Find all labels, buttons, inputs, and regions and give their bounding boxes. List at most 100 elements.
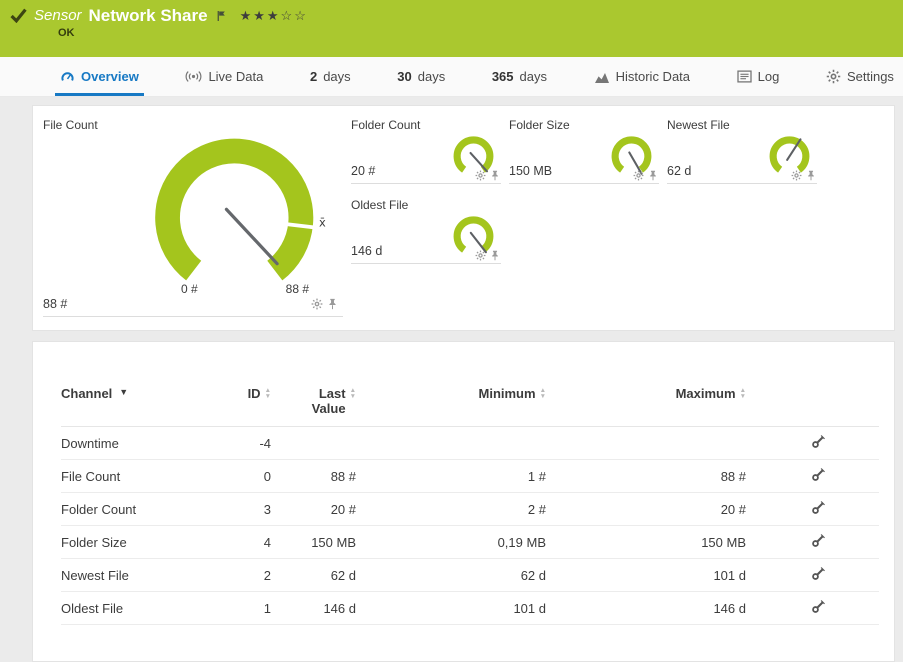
column-header-maximum[interactable]: Maximum ▲▼ <box>546 386 746 401</box>
star-empty-icon[interactable]: ☆ <box>294 8 308 24</box>
gauge-pin-icon[interactable] <box>491 250 499 261</box>
star-filled-icon[interactable]: ★ <box>253 8 267 24</box>
column-header-id[interactable]: ID ▲▼ <box>211 386 271 401</box>
gauge-tile-newest-file[interactable]: Newest File 62 d <box>667 118 817 184</box>
channel-edit-icon[interactable] <box>811 533 826 548</box>
log-icon <box>737 70 752 83</box>
channel-name[interactable]: Newest File <box>61 568 211 583</box>
channel-minimum: 1 # <box>356 469 546 484</box>
gauge-value: 146 d <box>351 244 382 263</box>
channel-name[interactable]: Folder Size <box>61 535 211 550</box>
tab-label: days <box>323 69 350 84</box>
gauge-pin-icon[interactable] <box>807 170 815 181</box>
tab-number: 2 <box>310 69 317 84</box>
tab-live-data[interactable]: Live Data <box>180 57 268 96</box>
column-header-last-value[interactable]: Last Value ▲▼ <box>271 386 356 416</box>
gauge-scale: 0 # 88 # <box>181 282 309 296</box>
tab-label: Live Data <box>208 69 263 84</box>
gauge-settings-icon[interactable] <box>475 170 486 181</box>
column-header-channel[interactable]: Channel ▼ <box>61 386 211 401</box>
gauge-tile-folder-count[interactable]: Folder Count 20 # <box>351 118 501 184</box>
channel-id: 3 <box>211 502 271 517</box>
star-empty-icon[interactable]: ☆ <box>281 8 295 24</box>
flag-icon[interactable] <box>217 10 227 22</box>
star-filled-icon[interactable]: ★ <box>240 8 254 24</box>
tab-settings[interactable]: Settings <box>821 57 899 96</box>
tab-label: Settings <box>847 69 894 84</box>
channel-name[interactable]: File Count <box>61 469 211 484</box>
historic-data-icon <box>594 70 610 84</box>
table-row: Downtime -4 <box>61 427 879 460</box>
tab-number: 365 <box>492 69 514 84</box>
channel-maximum: 88 # <box>546 469 746 484</box>
gauge-tile-folder-size[interactable]: Folder Size 150 MB <box>509 118 659 184</box>
star-filled-icon[interactable]: ★ <box>267 8 281 24</box>
channel-table-header: Channel ▼ ID ▲▼ Last Value ▲▼ Minimum ▲▼… <box>61 386 879 427</box>
tab-historic-data[interactable]: Historic Data <box>589 57 695 96</box>
tab-bar: Overview Live Data 2 days 30 days 365 da… <box>0 57 903 97</box>
average-marker: x̄ <box>319 215 326 229</box>
channel-name[interactable]: Oldest File <box>61 601 211 616</box>
main-content: File Count x̄ 0 # 88 # 88 # <box>0 97 903 662</box>
gauge-tile-file-count[interactable]: File Count x̄ 0 # 88 # 88 # <box>43 118 343 330</box>
channel-last-value: 88 # <box>271 469 356 484</box>
channel-maximum: 20 # <box>546 502 746 517</box>
channel-id: 4 <box>211 535 271 550</box>
object-type-label: Sensor <box>34 7 82 24</box>
tab-label: Log <box>758 69 780 84</box>
channel-minimum: 2 # <box>356 502 546 517</box>
tab-label: Overview <box>81 69 139 84</box>
channel-last-value: 150 MB <box>271 535 356 550</box>
tab-log[interactable]: Log <box>732 57 785 96</box>
tab-365-days[interactable]: 365 days <box>487 57 552 96</box>
channel-edit-icon[interactable] <box>811 599 826 614</box>
tab-overview[interactable]: Overview <box>55 57 144 96</box>
gauge-settings-icon[interactable] <box>475 250 486 261</box>
gauge-pin-icon[interactable] <box>328 298 337 310</box>
channel-minimum: 62 d <box>356 568 546 583</box>
channel-minimum: 0,19 MB <box>356 535 546 550</box>
file-count-gauge: x̄ <box>139 130 339 294</box>
channel-table-body: Downtime -4 File Count 0 88 # 1 # 88 # F… <box>61 427 879 625</box>
table-row: Folder Count 3 20 # 2 # 20 # <box>61 493 879 526</box>
channel-last-value: 20 # <box>271 502 356 517</box>
gauge-pin-icon[interactable] <box>491 170 499 181</box>
channel-edit-icon[interactable] <box>811 500 826 515</box>
gauge-settings-icon[interactable] <box>791 170 802 181</box>
channel-maximum: 150 MB <box>546 535 746 550</box>
channel-last-value: 146 d <box>271 601 356 616</box>
sort-desc-icon: ▼ <box>119 386 128 399</box>
gauge-tile-oldest-file[interactable]: Oldest File 146 d <box>351 198 501 264</box>
gauge-value: 62 d <box>667 164 691 183</box>
channel-id: 0 <box>211 469 271 484</box>
channel-edit-icon[interactable] <box>811 467 826 482</box>
channel-maximum: 101 d <box>546 568 746 583</box>
table-row: File Count 0 88 # 1 # 88 # <box>61 460 879 493</box>
channel-id: -4 <box>211 436 271 451</box>
tab-2-days[interactable]: 2 days <box>305 57 356 96</box>
table-row: Newest File 2 62 d 62 d 101 d <box>61 559 879 592</box>
status-ok-check-icon <box>10 8 27 23</box>
channel-edit-icon[interactable] <box>811 434 826 449</box>
live-data-icon <box>185 70 202 83</box>
channel-table-panel: Channel ▼ ID ▲▼ Last Value ▲▼ Minimum ▲▼… <box>32 341 895 662</box>
settings-icon <box>826 69 841 84</box>
star-rating[interactable]: ★★★☆☆ <box>240 8 308 24</box>
gauge-value: 150 MB <box>509 164 552 183</box>
channel-edit-icon[interactable] <box>811 566 826 581</box>
column-header-minimum[interactable]: Minimum ▲▼ <box>356 386 546 401</box>
channel-name[interactable]: Downtime <box>61 436 211 451</box>
page-title: Network Share <box>89 7 208 24</box>
gauge-pin-icon[interactable] <box>649 170 657 181</box>
tab-label: Historic Data <box>616 69 690 84</box>
channel-minimum: 101 d <box>356 601 546 616</box>
small-gauges-grid: Folder Count 20 # <box>351 118 817 330</box>
gauge-scale-max: 88 # <box>286 282 309 296</box>
table-row: Folder Size 4 150 MB 0,19 MB 150 MB <box>61 526 879 559</box>
tab-30-days[interactable]: 30 days <box>392 57 450 96</box>
gauge-settings-icon[interactable] <box>311 298 323 310</box>
gauges-panel: File Count x̄ 0 # 88 # 88 # <box>32 105 895 331</box>
tab-label: days <box>520 69 547 84</box>
channel-name[interactable]: Folder Count <box>61 502 211 517</box>
gauge-settings-icon[interactable] <box>633 170 644 181</box>
